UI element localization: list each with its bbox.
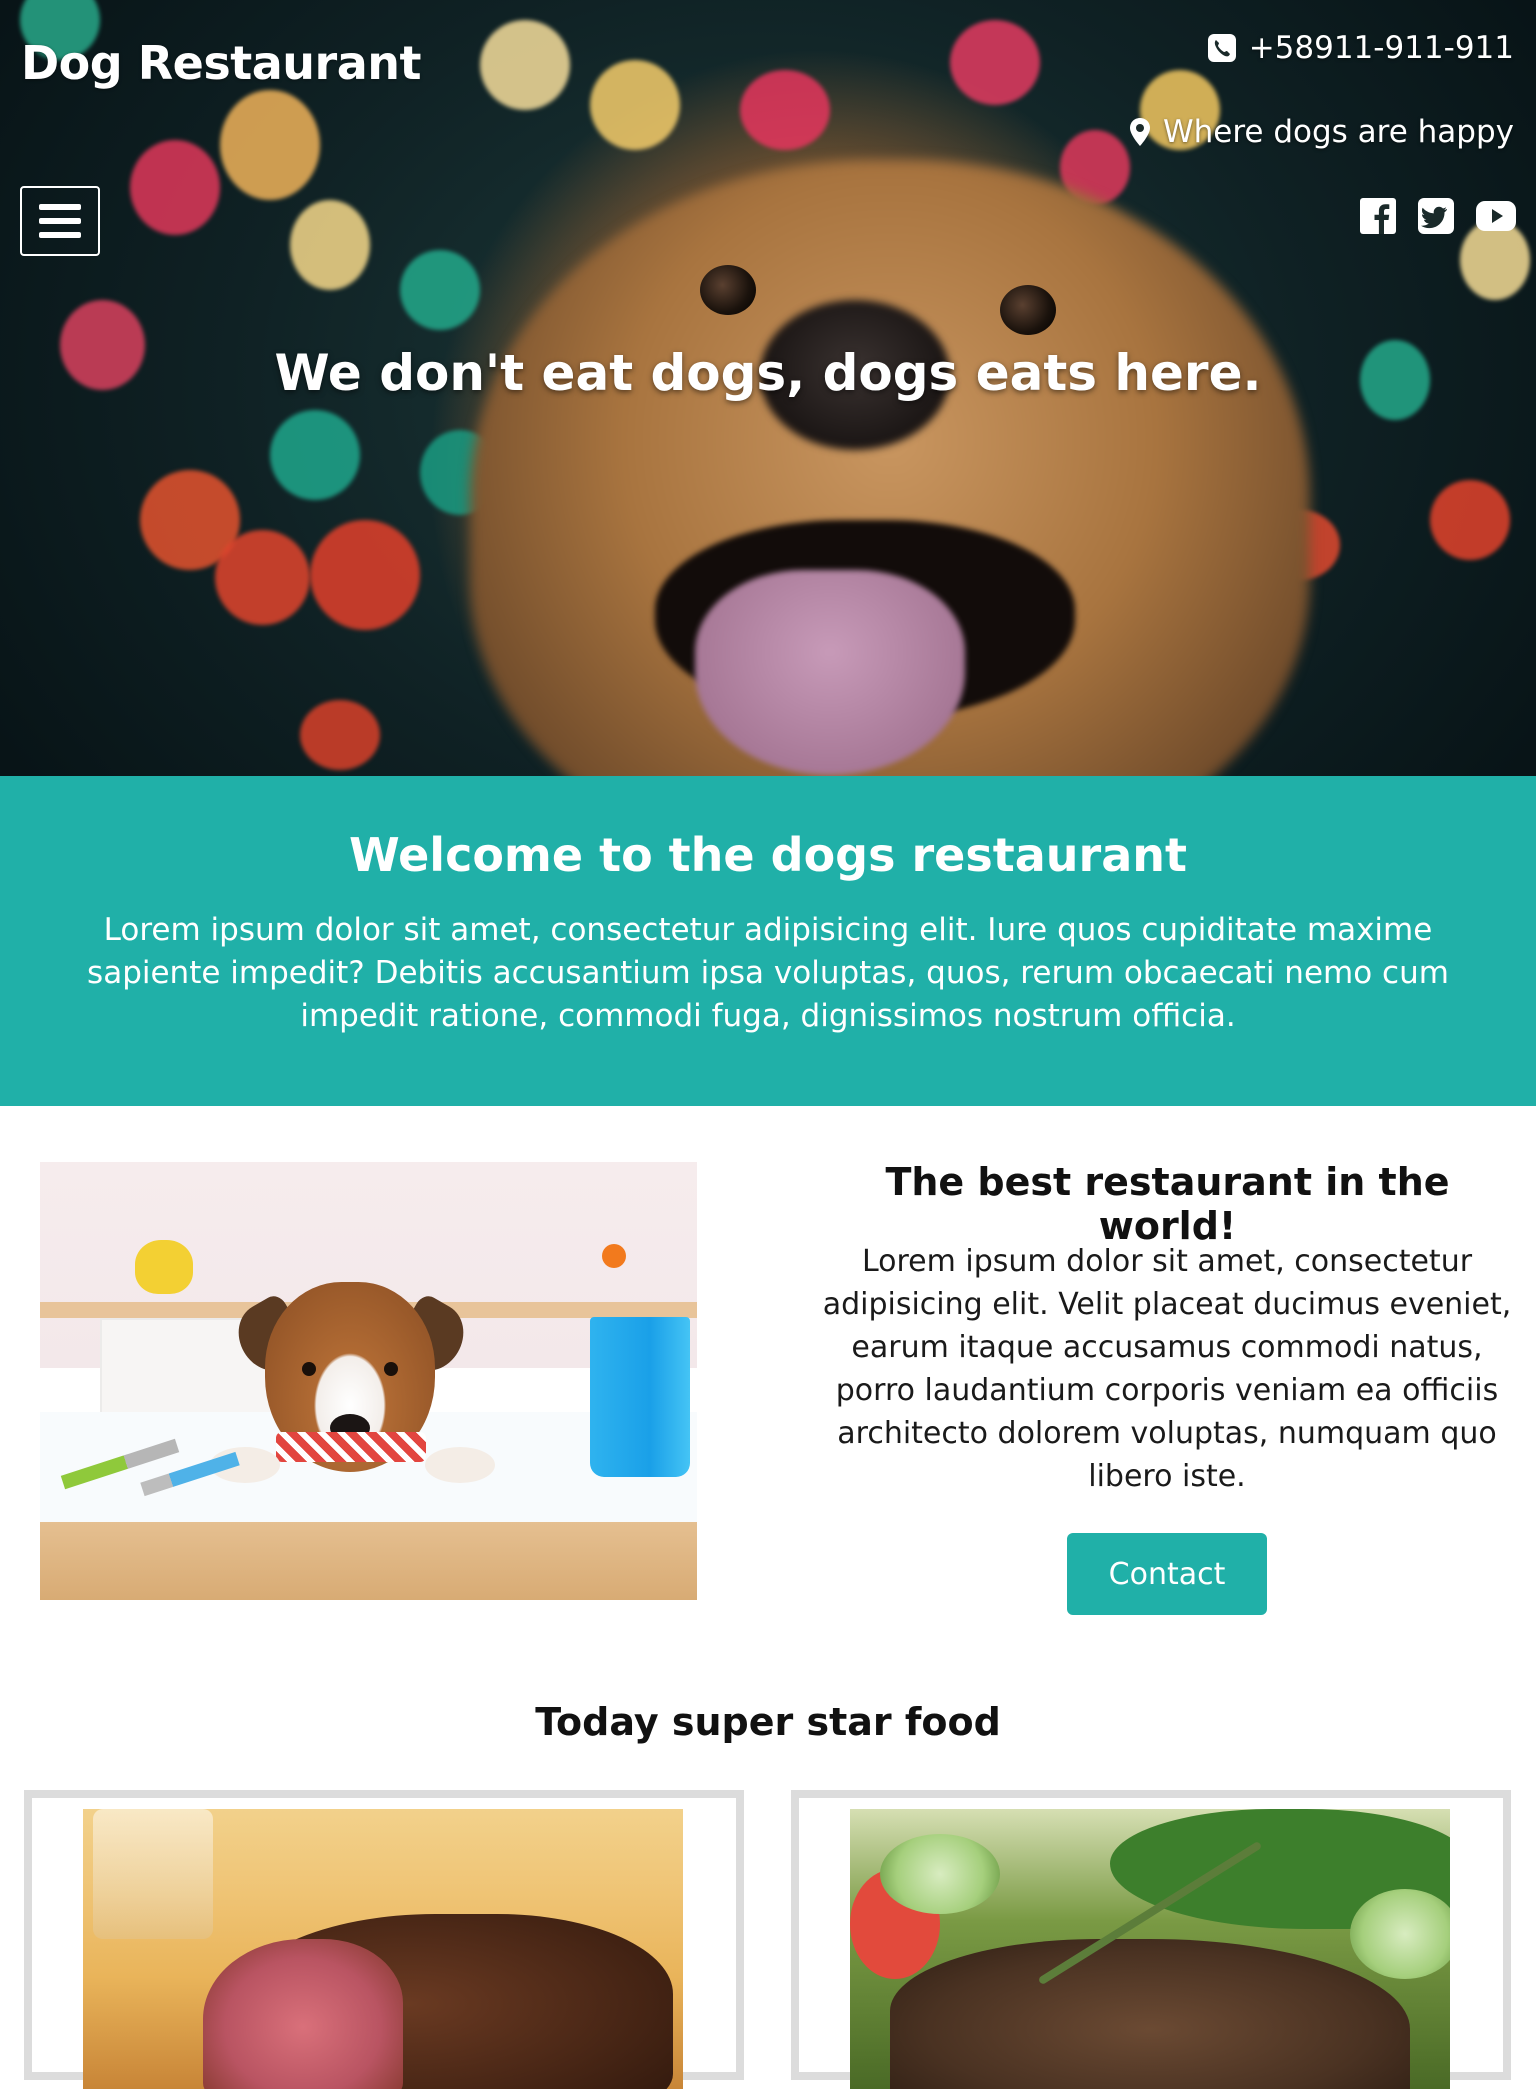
dog-eye-left	[700, 265, 756, 315]
social-links	[1360, 198, 1516, 234]
youtube-icon[interactable]	[1476, 198, 1516, 234]
phone-icon	[1207, 34, 1236, 62]
bokeh-light	[590, 60, 680, 150]
hero-tagline: We don't eat dogs, dogs eats here.	[274, 344, 1262, 402]
photo-dog-eye	[384, 1362, 398, 1376]
photo-teapot	[135, 1240, 193, 1294]
welcome-text: Lorem ipsum dolor sit amet, consectetur …	[87, 912, 1449, 1035]
location-text: Where dogs are happy	[1162, 114, 1514, 150]
photo-cucumber	[880, 1834, 1000, 1914]
bokeh-light	[1430, 480, 1510, 560]
photo-cucumber	[1350, 1889, 1450, 1979]
photo-roast-slice	[203, 1939, 403, 2089]
phone-contact: +58911-911-911	[1207, 30, 1514, 66]
menu-bar	[39, 204, 81, 210]
bokeh-light	[220, 90, 320, 200]
food-card[interactable]	[24, 1790, 744, 2089]
about-text: Lorem ipsum dolor sit amet, consectetur …	[822, 1244, 1512, 1494]
photo-blue-cup	[590, 1317, 690, 1477]
photo-dog-paw	[425, 1447, 495, 1483]
dog-at-table-photo	[40, 1162, 697, 1600]
welcome-section: Welcome to the dogs restaurant Lorem ips…	[0, 776, 1536, 1106]
dog-eye-right	[1000, 285, 1056, 335]
hero-banner: Dog Restaurant +58911-911-911 Where dogs…	[0, 0, 1536, 776]
twitter-icon[interactable]	[1418, 198, 1454, 234]
menu-bar	[39, 218, 81, 224]
hamburger-menu-icon[interactable]	[20, 186, 100, 256]
facebook-icon[interactable]	[1360, 198, 1396, 234]
welcome-title: Welcome to the dogs restaurant	[349, 828, 1187, 882]
bokeh-light	[130, 140, 220, 235]
bokeh-light	[740, 70, 830, 150]
bokeh-light	[300, 700, 380, 770]
map-marker-icon	[1129, 118, 1150, 146]
steak-salad-photo	[850, 1809, 1450, 2089]
photo-flower	[602, 1244, 626, 1268]
photo-glass	[93, 1809, 213, 1939]
bokeh-light	[950, 20, 1040, 105]
photo-dog-eye	[302, 1362, 316, 1376]
location-line: Where dogs are happy	[1129, 114, 1514, 150]
photo-dog-bib	[276, 1432, 426, 1462]
bokeh-light	[270, 410, 360, 500]
bokeh-light	[480, 20, 570, 110]
bokeh-light	[310, 520, 420, 630]
bokeh-light	[215, 530, 310, 625]
dog-tongue	[695, 570, 965, 775]
roast-beef-photo	[83, 1809, 683, 2089]
bokeh-light	[290, 200, 370, 290]
photo-steak	[890, 1939, 1410, 2089]
brand-logo[interactable]: Dog Restaurant	[21, 36, 421, 90]
food-card[interactable]	[791, 1790, 1511, 2089]
food-heading: Today super star food	[535, 1700, 1001, 1744]
about-title: The best restaurant in the world!	[885, 1160, 1450, 1248]
contact-button[interactable]: Contact	[1067, 1533, 1267, 1615]
phone-number[interactable]: +58911-911-911	[1249, 30, 1514, 66]
menu-bar	[39, 232, 81, 238]
bokeh-light	[400, 250, 480, 330]
